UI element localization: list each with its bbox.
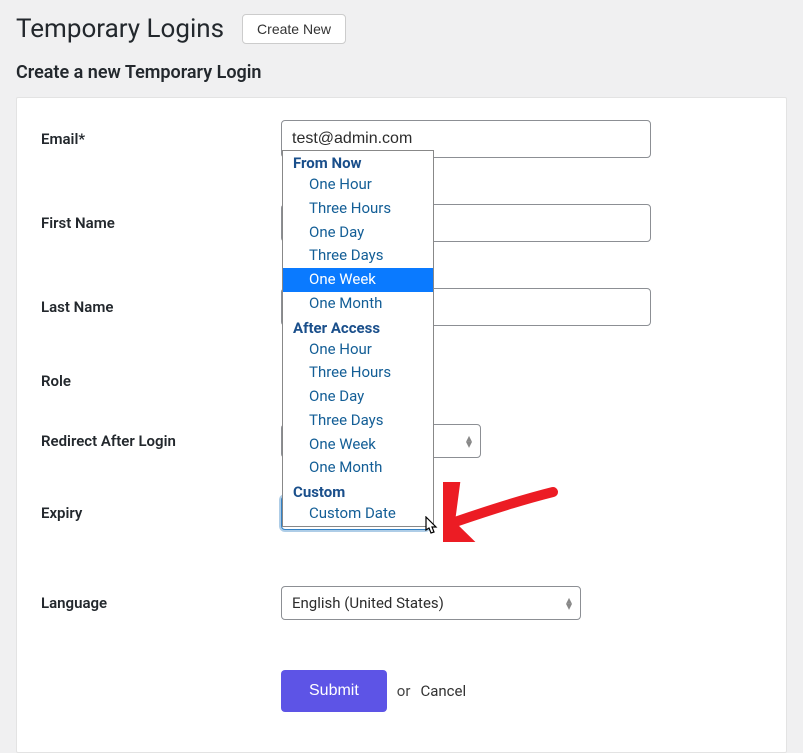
dropdown-item[interactable]: One Day bbox=[283, 385, 433, 409]
dropdown-item[interactable]: Three Days bbox=[283, 244, 433, 268]
dropdown-group-custom: Custom bbox=[283, 480, 433, 502]
dropdown-group-from-now: From Now bbox=[283, 151, 433, 173]
language-label: Language bbox=[41, 594, 281, 612]
dropdown-item[interactable]: Custom Date bbox=[283, 502, 433, 526]
create-new-button[interactable]: Create New bbox=[242, 14, 346, 44]
expiry-label: Expiry bbox=[41, 504, 281, 522]
dropdown-item[interactable]: One Day bbox=[283, 221, 433, 245]
dropdown-item[interactable]: One Hour bbox=[283, 338, 433, 362]
first-name-label: First Name bbox=[41, 214, 281, 232]
dropdown-item-selected[interactable]: One Week bbox=[283, 268, 433, 292]
language-select[interactable]: English (United States) bbox=[281, 586, 581, 620]
page-title: Temporary Logins bbox=[16, 14, 224, 44]
dropdown-item[interactable]: One Hour bbox=[283, 173, 433, 197]
section-subtitle: Create a new Temporary Login bbox=[0, 54, 803, 97]
role-label: Role bbox=[41, 372, 281, 390]
submit-button[interactable]: Submit bbox=[281, 670, 387, 712]
dropdown-item[interactable]: Three Days bbox=[283, 409, 433, 433]
email-label: Email* bbox=[41, 130, 281, 148]
expiry-dropdown[interactable]: From Now One Hour Three Hours One Day Th… bbox=[282, 150, 434, 527]
dropdown-item[interactable]: One Week bbox=[283, 433, 433, 457]
dropdown-item[interactable]: Three Hours bbox=[283, 197, 433, 221]
dropdown-group-after-access: After Access bbox=[283, 316, 433, 338]
redirect-label: Redirect After Login bbox=[41, 432, 281, 450]
dropdown-item[interactable]: One Month bbox=[283, 456, 433, 480]
chevron-updown-icon bbox=[566, 597, 572, 609]
last-name-label: Last Name bbox=[41, 298, 281, 316]
chevron-updown-icon bbox=[466, 435, 472, 447]
dropdown-item[interactable]: One Month bbox=[283, 292, 433, 316]
cancel-link[interactable]: Cancel bbox=[420, 682, 466, 700]
language-value: English (United States) bbox=[292, 594, 444, 612]
dropdown-item[interactable]: Three Hours bbox=[283, 361, 433, 385]
or-text: or bbox=[397, 682, 411, 700]
